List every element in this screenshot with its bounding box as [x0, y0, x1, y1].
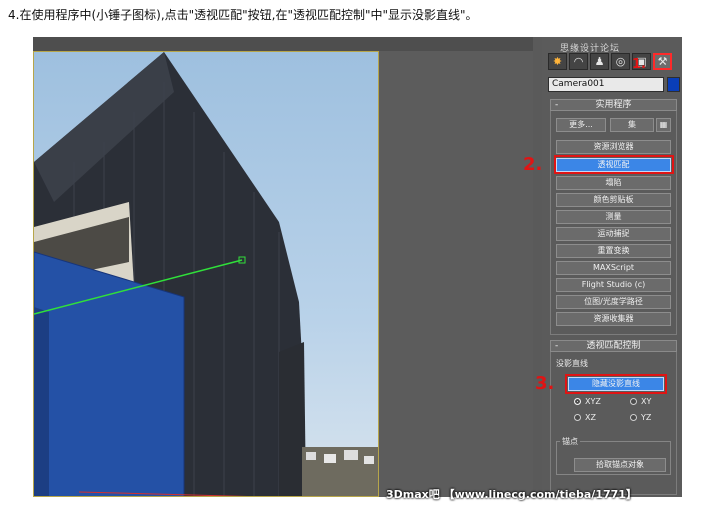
create-tab-icon[interactable]: ✸: [548, 53, 567, 70]
command-panel: 思缘设计论坛 ✸ ◠ ♟ ◎ ▣ ⚒ 1. Camera001 - 实用程序 更多…: [542, 37, 682, 497]
motion-tab-icon[interactable]: ◎: [611, 53, 630, 70]
utilities-rollout-header[interactable]: - 实用程序: [550, 99, 677, 111]
modify-tab-icon[interactable]: ◠: [569, 53, 588, 70]
utility-resource-collector[interactable]: 资源收集器: [556, 312, 671, 326]
viewport-scene: [34, 52, 378, 496]
camera-viewport[interactable]: [33, 51, 379, 497]
radio-xyz[interactable]: XYZ: [574, 397, 601, 406]
blue-box-side: [34, 307, 49, 496]
highlight-perspective-match: [554, 155, 674, 174]
command-panel-tabs: ✸ ◠ ♟ ◎ ▣ ⚒: [548, 53, 672, 70]
utility-asset-browser[interactable]: 资源浏览器: [556, 140, 671, 154]
step-marker-2: 2.: [523, 154, 543, 175]
step-marker-3: 3.: [535, 373, 555, 394]
hierarchy-tab-icon[interactable]: ♟: [590, 53, 609, 70]
object-color-swatch[interactable]: [667, 77, 680, 92]
configure-sets-icon[interactable]: ▦: [656, 118, 671, 132]
pick-anchor-button[interactable]: 拾取锚点对象: [574, 458, 666, 472]
max-window: 思缘设计论坛 ✸ ◠ ♟ ◎ ▣ ⚒ 1. Camera001 - 实用程序 更多…: [33, 37, 682, 497]
site-watermark: 3Dmax吧 【www.linecg.com/tieba/1771】: [386, 488, 637, 501]
step-caption: 4.在使用程序中(小锤子图标),点击"透视匹配"按钮,在"透视匹配控制"中"显示…: [8, 8, 478, 22]
radio-xy[interactable]: XY: [630, 397, 651, 406]
utility-color-clipboard[interactable]: 颜色剪贴板: [556, 193, 671, 207]
viewport-header-strip: [33, 37, 533, 51]
utility-flight-studio[interactable]: Flight Studio (c): [556, 278, 671, 292]
utility-motion-capture[interactable]: 运动捕捉: [556, 227, 671, 241]
utility-bitmap-paths[interactable]: 位图/光度学路径: [556, 295, 671, 309]
utilities-hammer-icon[interactable]: ⚒: [653, 53, 672, 70]
highlight-vanishing-lines: [565, 374, 667, 394]
more-button[interactable]: 更多...: [556, 118, 606, 132]
radio-yz[interactable]: YZ: [630, 413, 651, 422]
step-marker-1: 1.: [632, 57, 646, 72]
utility-reset-xform[interactable]: 重置变换: [556, 244, 671, 258]
viewport-gap: [379, 51, 533, 497]
perspective-match-rollout-header[interactable]: - 透视匹配控制: [550, 340, 677, 352]
utility-measure[interactable]: 测量: [556, 210, 671, 224]
anchor-label: 锚点: [560, 436, 580, 447]
vanishing-lines-label: 没影直线: [556, 359, 588, 368]
utility-maxscript[interactable]: MAXScript: [556, 261, 671, 275]
building-lower-block: [279, 342, 306, 496]
radio-xz[interactable]: XZ: [574, 413, 596, 422]
object-name-field[interactable]: Camera001: [548, 77, 664, 92]
sets-button[interactable]: 集: [610, 118, 654, 132]
utility-collapse[interactable]: 塌陷: [556, 176, 671, 190]
